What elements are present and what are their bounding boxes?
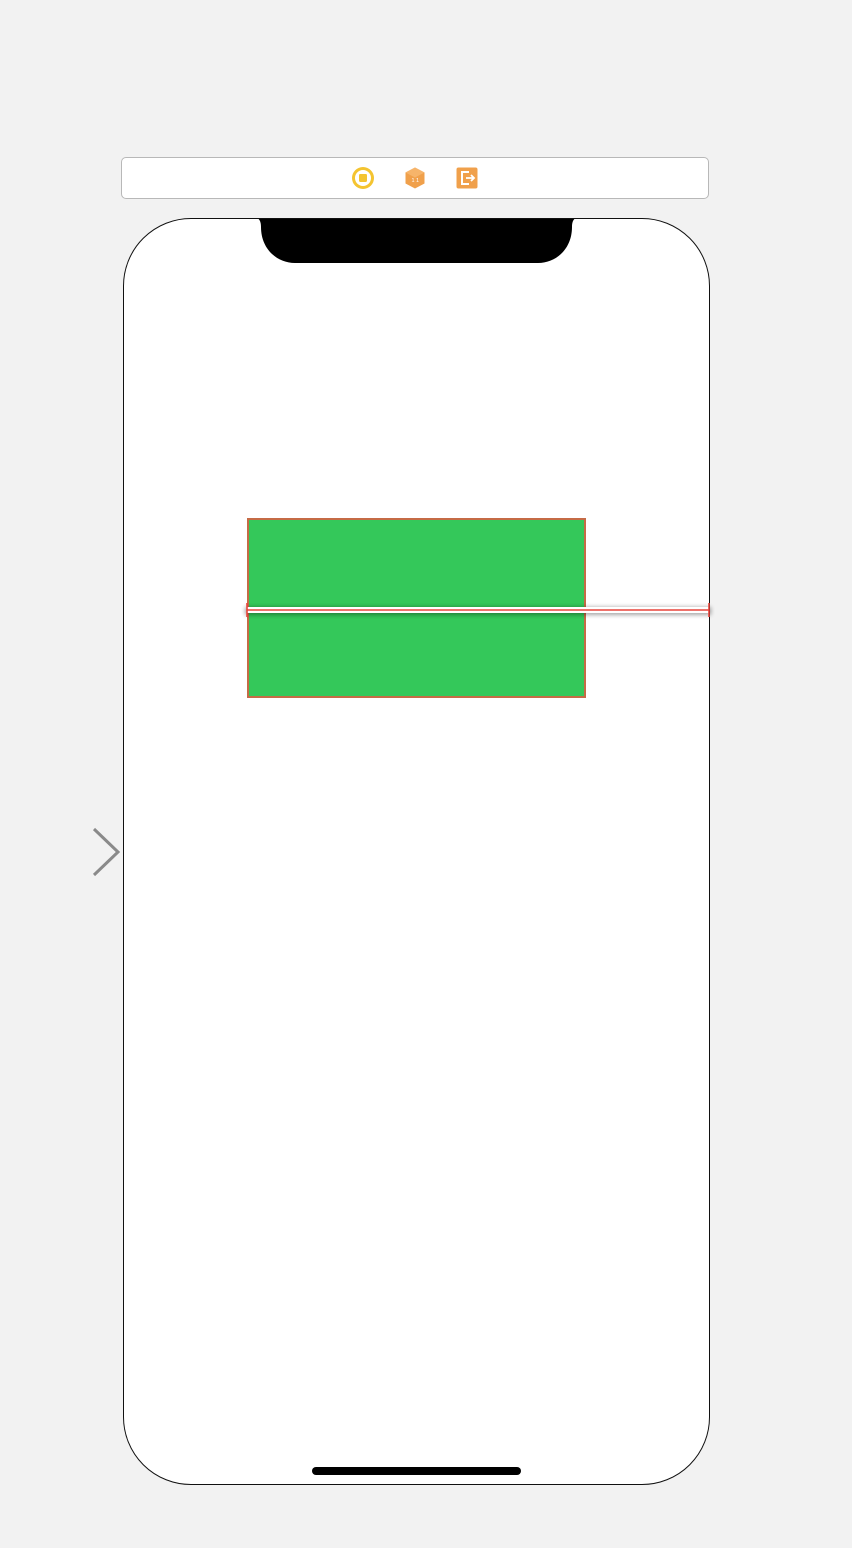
device-notch [258,219,575,263]
exit-icon[interactable] [455,166,479,190]
iphone-x-frame [123,218,710,1485]
home-indicator [312,1467,521,1475]
svg-text:1: 1 [412,178,415,184]
trailing-constraint[interactable] [241,600,715,622]
view-controller-icon[interactable] [351,166,375,190]
storyboard-canvas: 1 1 [0,0,852,1548]
entry-point-arrow[interactable] [0,826,124,880]
svg-text:1: 1 [416,178,419,184]
first-responder-icon[interactable]: 1 1 [403,166,427,190]
scene-dock: 1 1 [121,157,709,199]
